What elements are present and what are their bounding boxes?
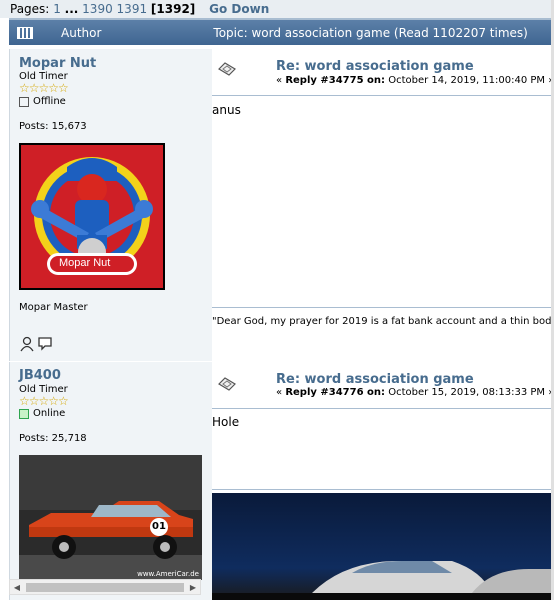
- reply-date: October 14, 2019, 11:00:40 PM »: [388, 75, 554, 86]
- status-label: Offline: [33, 96, 66, 107]
- post-subject-link[interactable]: Re: word association game: [276, 372, 474, 387]
- poster-name-link[interactable]: JB400: [19, 368, 61, 383]
- online-status: Offline: [19, 96, 66, 107]
- avatar-caption: www.AmeriCar.de: [137, 570, 199, 578]
- online-status-icon: [19, 408, 29, 419]
- scroll-thumb[interactable]: [26, 582, 184, 592]
- profile-actions: [19, 336, 53, 352]
- message-icon[interactable]: [37, 336, 53, 352]
- post-count: Posts: 15,673: [19, 121, 87, 132]
- avatar: Mopar Nut: [19, 143, 165, 290]
- offline-status-icon: [19, 96, 29, 107]
- custom-title: Mopar Master: [19, 302, 88, 313]
- rank-stars-icon: ☆☆☆☆☆: [19, 81, 69, 95]
- reply-info: « Reply #34776 on: October 15, 2019, 08:…: [276, 387, 554, 398]
- online-status: Online: [19, 408, 65, 419]
- content-divider: [212, 489, 554, 490]
- post-count: Posts: 25,718: [19, 433, 87, 444]
- reply-date: October 15, 2019, 08:13:33 PM »: [388, 387, 554, 398]
- post-body: anus: [212, 103, 241, 117]
- go-down-link[interactable]: Go Down: [209, 2, 269, 16]
- scroll-left-icon[interactable]: ◀: [10, 583, 24, 592]
- signature-divider: [212, 307, 554, 308]
- pages-label: Pages:: [10, 2, 50, 16]
- topic-header-icon: [17, 26, 33, 39]
- post-content: Re: word association game « Reply #34775…: [212, 49, 554, 361]
- post-icon: [218, 62, 236, 76]
- car-photo-icon: [212, 561, 554, 600]
- reply-number: Reply #34775 on:: [285, 75, 386, 86]
- page-link-1391[interactable]: 1391: [117, 2, 148, 16]
- scroll-right-icon[interactable]: ▶: [186, 583, 200, 592]
- reply-prefix: «: [276, 75, 283, 86]
- rank-stars-icon: ☆☆☆☆☆: [19, 394, 69, 408]
- pages-bar: Pages: 1 ... 1390 1391 [1392] Go Down: [0, 0, 554, 18]
- reply-number: Reply #34776 on:: [285, 387, 386, 398]
- divider: [212, 408, 554, 409]
- divider: [212, 95, 554, 96]
- reply-prefix: «: [276, 387, 283, 398]
- author-column-label: Author: [61, 25, 102, 40]
- avatar-label: Mopar Nut: [59, 257, 111, 269]
- car-avatar-icon: [19, 455, 202, 580]
- topic-header: Author Topic: word association game (Rea…: [9, 18, 554, 45]
- current-page: [1392]: [150, 2, 196, 16]
- reply-info: « Reply #34775 on: October 14, 2019, 11:…: [276, 75, 554, 86]
- car-badge: 01: [152, 521, 166, 532]
- post-image: [212, 493, 554, 600]
- poster-name-link[interactable]: Mopar Nut: [19, 56, 96, 71]
- profile-icon[interactable]: [19, 336, 35, 352]
- post-subject-link[interactable]: Re: word association game: [276, 59, 474, 74]
- post-34775: Mopar Nut Old Timer ☆☆☆☆☆ Offline Posts:…: [9, 49, 554, 361]
- post-body: Hole: [212, 415, 240, 429]
- signature: "Dear God, my prayer for 2019 is a fat b…: [212, 316, 554, 327]
- avatar-horizontal-scrollbar[interactable]: ◀ ▶: [9, 579, 201, 595]
- page-link-1390[interactable]: 1390: [82, 2, 113, 16]
- pages-ellipsis: ...: [64, 2, 79, 16]
- post-34776: JB400 Old Timer ☆☆☆☆☆ Online Posts: 25,7…: [9, 362, 554, 600]
- status-label: Online: [33, 408, 66, 419]
- avatar: 01 www.AmeriCar.de: [19, 455, 202, 580]
- post-content: Re: word association game « Reply #34776…: [212, 362, 554, 600]
- post-icon: [218, 377, 236, 391]
- page-link-1[interactable]: 1: [53, 2, 61, 16]
- topic-title: Topic: word association game (Read 11022…: [213, 25, 528, 40]
